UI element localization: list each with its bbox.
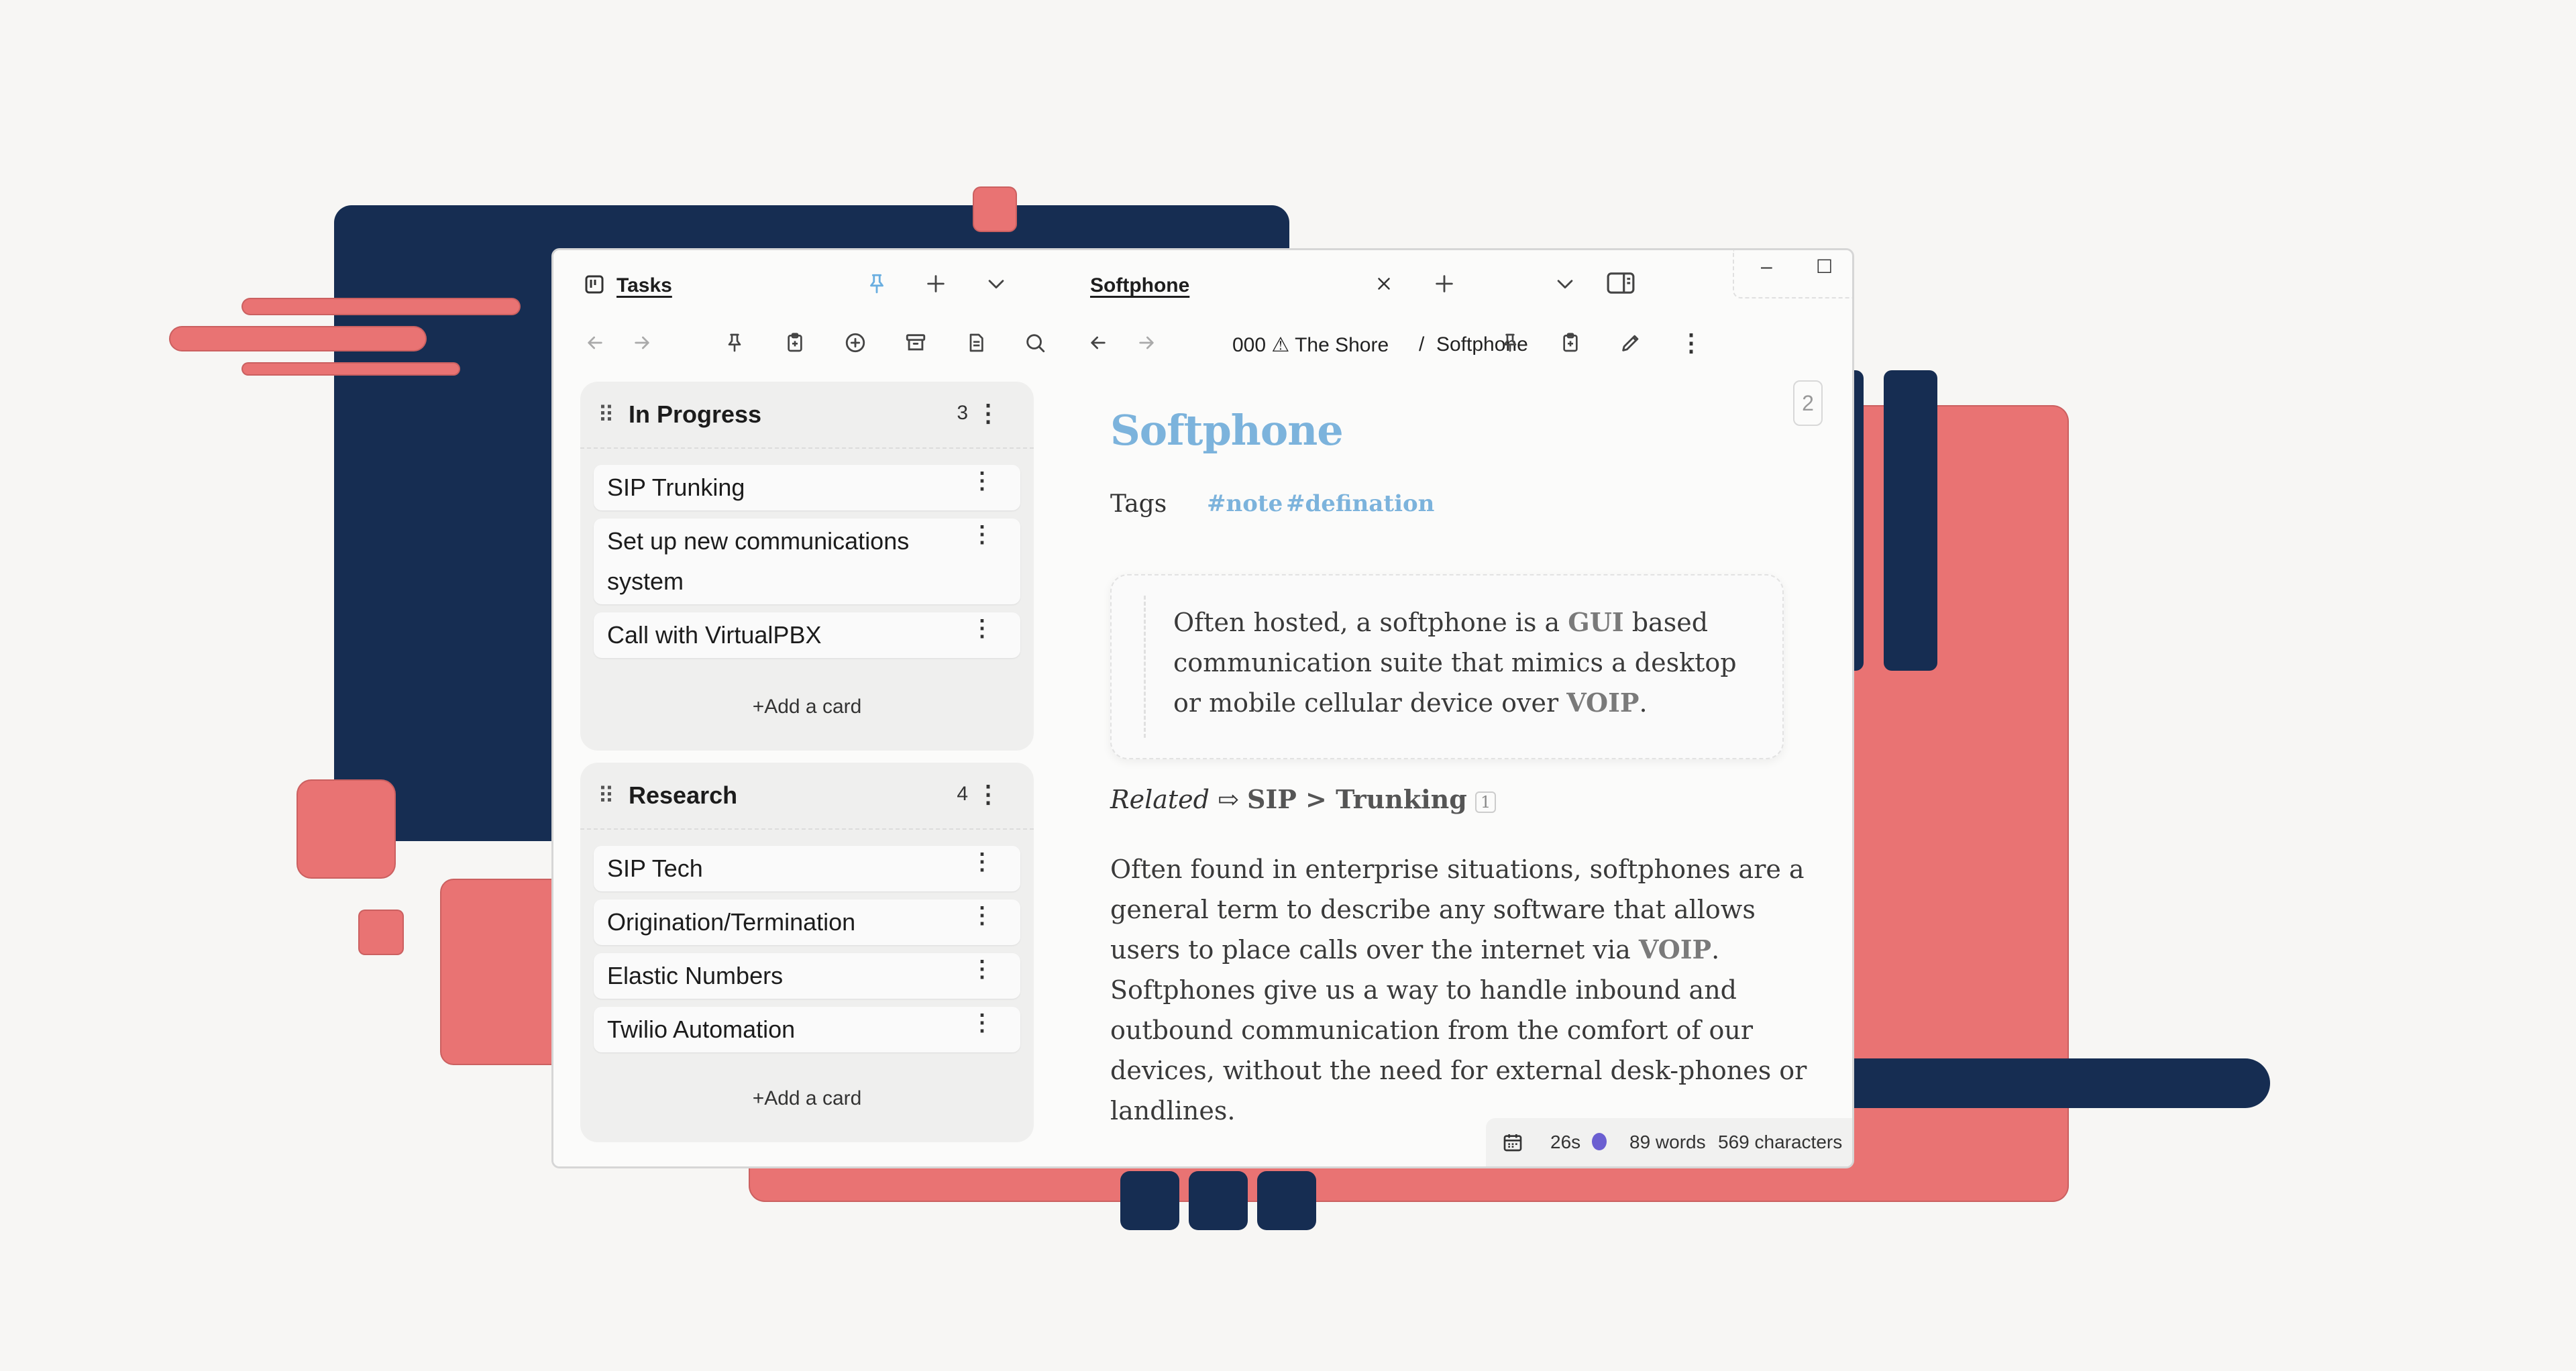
coral-square-left-large (297, 779, 396, 879)
arrow-right-icon[interactable] (1133, 329, 1160, 356)
tag-note[interactable]: #note (1207, 490, 1283, 517)
navy-key-3 (1257, 1171, 1316, 1230)
card-sip-tech[interactable]: SIP Tech ⋮ (594, 846, 1020, 891)
pin-icon[interactable] (721, 329, 748, 356)
line-indicator: 2 (1793, 380, 1823, 426)
maximize-button[interactable]: ☐ (1816, 256, 1833, 278)
lane-count: 3 (957, 402, 968, 424)
related-link[interactable]: SIP > Trunking (1247, 784, 1467, 814)
card-title: SIP Tech (607, 855, 703, 882)
card-call-virtualpbx[interactable]: Call with VirtualPBX ⋮ (594, 612, 1020, 658)
card-title: Twilio Automation (607, 1016, 796, 1043)
tab-softphone[interactable]: Softphone (1090, 274, 1189, 297)
related-label: Related (1110, 785, 1210, 814)
callout-text: Often hosted, a softphone is a GUI based… (1173, 607, 1737, 718)
card-elastic-numbers[interactable]: Elastic Numbers ⋮ (594, 953, 1020, 999)
related-line: Related ⇨ SIP > Trunking 1 (1110, 784, 1497, 814)
lane-in-progress: ⠿ In Progress 3 ⋮ SIP Trunking ⋮ Set up … (580, 382, 1034, 751)
more-vertical-icon[interactable]: ⋮ (1678, 329, 1705, 356)
close-icon[interactable] (1371, 270, 1397, 297)
pin-icon[interactable] (1497, 329, 1523, 356)
card-title: Call with VirtualPBX (607, 621, 822, 649)
clipboard-icon[interactable] (782, 329, 808, 356)
coral-square-left-small (358, 910, 404, 955)
pin-icon[interactable] (863, 270, 890, 297)
navy-key-2 (1189, 1171, 1248, 1230)
right-tab-bar: Softphone – ☐ (1055, 250, 1852, 315)
more-vertical-icon[interactable]: ⋮ (976, 780, 1000, 808)
window-controls: – ☐ (1733, 250, 1852, 298)
callout-block: Often hosted, a softphone is a GUI based… (1110, 574, 1784, 759)
more-vertical-icon[interactable]: ⋮ (976, 399, 1000, 427)
drag-handle-icon[interactable]: ⠿ (598, 402, 614, 429)
card-set-up-communications[interactable]: Set up new communications system ⋮ (594, 518, 1020, 604)
new-tab-icon[interactable] (1431, 270, 1458, 297)
archive-icon[interactable] (902, 329, 929, 356)
breadcrumb-separator: / (1419, 333, 1425, 355)
new-tab-icon[interactable] (922, 270, 949, 297)
lane-title: In Progress (629, 400, 762, 428)
arrow-left-icon[interactable] (582, 329, 608, 356)
note-pane: Softphone – ☐ 000 ⚠ The Shore / Softphon… (1055, 250, 1852, 1166)
coral-square-top (973, 186, 1017, 232)
more-vertical-icon[interactable]: ⋮ (971, 956, 994, 983)
edit-pencil-icon[interactable] (1617, 329, 1644, 356)
sync-icon (1592, 1133, 1607, 1150)
callout-border (1144, 596, 1146, 738)
calendar-icon[interactable] (1499, 1129, 1526, 1156)
card-twilio-automation[interactable]: Twilio Automation ⋮ (594, 1007, 1020, 1052)
app-window: Tasks ⠿ In Progress 3 ⋮ SIP Trunking ⋮ S… (551, 248, 1854, 1168)
more-vertical-icon[interactable]: ⋮ (971, 902, 994, 929)
note-body: Often found in enterprise situations, so… (1110, 855, 1807, 1126)
minimize-button[interactable]: – (1761, 256, 1772, 278)
more-vertical-icon[interactable]: ⋮ (971, 615, 994, 642)
document-icon[interactable] (963, 329, 989, 356)
tab-tasks[interactable]: Tasks (616, 274, 672, 297)
clipboard-icon[interactable] (1557, 329, 1584, 356)
plus-circle-icon[interactable] (842, 329, 869, 356)
lane-header: ⠿ Research 4 ⋮ (580, 763, 1034, 830)
coral-line-1 (241, 298, 521, 315)
arrow-icon: ⇨ (1218, 785, 1239, 814)
lane-title: Research (629, 781, 738, 809)
card-sip-trunking[interactable]: SIP Trunking ⋮ (594, 465, 1020, 510)
coral-line-2 (169, 326, 427, 351)
left-tab-bar: Tasks (553, 250, 1055, 315)
tag-defination[interactable]: #defination (1286, 490, 1434, 517)
breadcrumb-folder[interactable]: 000 ⚠ The Shore (1232, 333, 1389, 357)
arrow-left-icon[interactable] (1085, 329, 1112, 356)
navy-bar-vertical-2 (1884, 370, 1937, 671)
card-title: Elastic Numbers (607, 962, 784, 989)
drag-handle-icon[interactable]: ⠿ (598, 783, 614, 810)
add-card-button[interactable]: +Add a card (580, 1087, 1034, 1110)
word-count: 89 words (1629, 1132, 1706, 1152)
lane-header: ⠿ In Progress 3 ⋮ (580, 382, 1034, 449)
card-title: Origination/Termination (607, 908, 856, 936)
more-vertical-icon[interactable]: ⋮ (971, 1009, 994, 1036)
character-count: 569 characters (1718, 1132, 1843, 1152)
kanban-icon (584, 274, 604, 294)
lane-research: ⠿ Research 4 ⋮ SIP Tech ⋮ Origination/Te… (580, 763, 1034, 1142)
sidebar-toggle-icon[interactable] (1604, 268, 1638, 298)
tags-label: Tags (1110, 490, 1167, 518)
card-title: Set up new communications system (607, 527, 910, 595)
more-vertical-icon[interactable]: ⋮ (971, 468, 994, 494)
note-title: Softphone (1110, 406, 1344, 455)
kanban-pane: Tasks ⠿ In Progress 3 ⋮ SIP Trunking ⋮ S… (553, 250, 1057, 1166)
search-icon[interactable] (1022, 329, 1049, 356)
card-title: SIP Trunking (607, 474, 745, 501)
chevron-down-icon[interactable] (983, 270, 1010, 297)
lane-count: 4 (957, 783, 968, 805)
related-count-badge: 1 (1474, 791, 1497, 813)
arrow-right-icon[interactable] (629, 329, 655, 356)
more-vertical-icon[interactable]: ⋮ (971, 521, 994, 548)
reading-time: 26s (1550, 1132, 1581, 1152)
card-origination-termination[interactable]: Origination/Termination ⋮ (594, 899, 1020, 945)
add-card-button[interactable]: +Add a card (580, 696, 1034, 718)
coral-line-3 (241, 362, 460, 376)
more-vertical-icon[interactable]: ⋮ (971, 848, 994, 875)
navy-key-1 (1120, 1171, 1179, 1230)
status-bar: 26s 89 words 569 characters (1486, 1118, 1852, 1166)
chevron-down-icon[interactable] (1552, 270, 1578, 297)
